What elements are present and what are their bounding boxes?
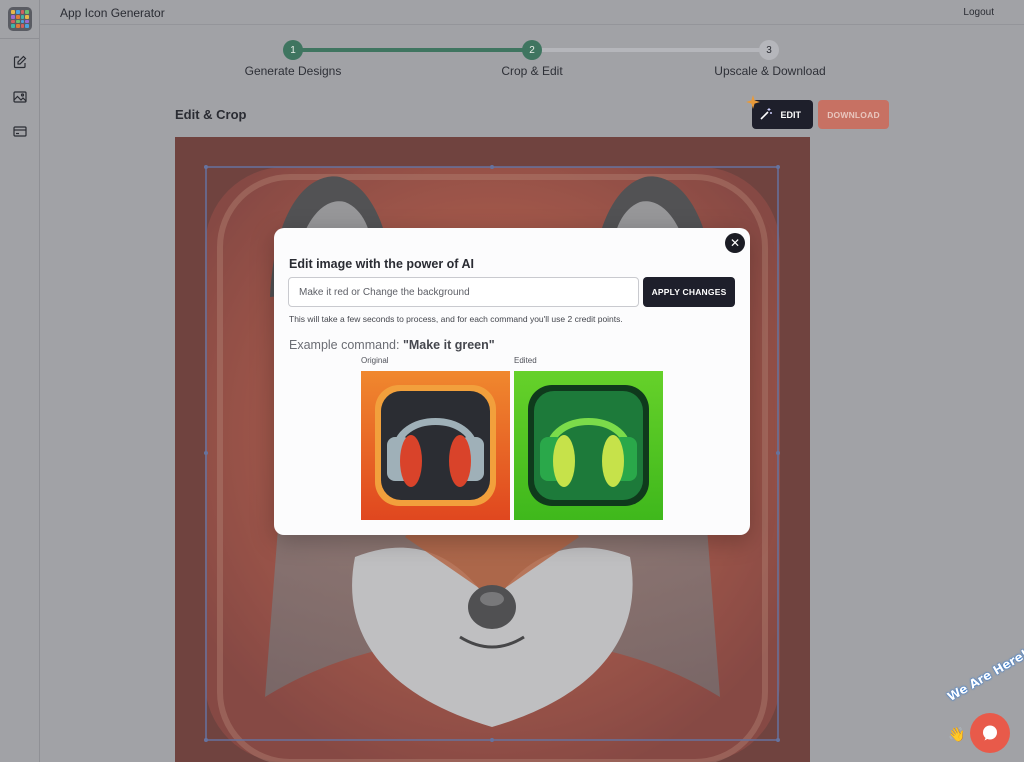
example-command-text: "Make it green"	[402, 338, 495, 352]
magic-wand-icon	[760, 108, 772, 120]
pencil-square-icon[interactable]	[11, 53, 29, 71]
download-button[interactable]: DOWNLOAD	[818, 100, 889, 129]
example-prefix: Example command:	[289, 338, 403, 352]
edit-command-input[interactable]	[288, 277, 639, 307]
edited-label: Edited	[514, 356, 537, 365]
original-label: Original	[361, 356, 389, 365]
top-header: App Icon Generator Logout	[40, 0, 1024, 25]
credit-card-icon[interactable]	[11, 122, 29, 140]
ai-edit-button[interactable]: EDIT	[746, 95, 813, 129]
close-icon[interactable]: ✕	[725, 233, 745, 253]
step-2-circle: 2	[522, 40, 542, 60]
edited-example-image	[514, 371, 663, 520]
section-title: Edit & Crop	[175, 107, 247, 122]
app-logo-icon[interactable]	[8, 7, 32, 31]
step-1-circle: 1	[283, 40, 303, 60]
step-track-complete	[293, 48, 533, 52]
sidebar-divider	[0, 38, 40, 39]
credit-note: This will take a few seconds to process,…	[289, 314, 623, 324]
sidebar	[0, 0, 40, 762]
modal-title: Edit image with the power of AI	[289, 257, 474, 271]
example-command: Example command: "Make it green"	[289, 338, 495, 352]
ai-edit-modal: ✕ Edit image with the power of AI APPLY …	[274, 228, 750, 535]
logout-link[interactable]: Logout	[963, 7, 994, 18]
step-2-label: Crop & Edit	[501, 64, 563, 78]
app-title: App Icon Generator	[60, 6, 165, 20]
chat-badge-text: We Are Here!	[945, 646, 1024, 704]
step-3-circle: 3	[759, 40, 779, 60]
chat-bubble-icon[interactable]	[970, 713, 1010, 753]
edit-button-label: EDIT	[780, 109, 801, 120]
apply-changes-button[interactable]: APPLY CHANGES	[643, 277, 735, 307]
step-track-pending	[533, 48, 769, 52]
wave-hand-icon: 👋	[948, 726, 966, 742]
step-3-label: Upscale & Download	[714, 64, 826, 78]
original-example-image	[361, 371, 510, 520]
image-icon[interactable]	[11, 88, 29, 106]
step-1-label: Generate Designs	[244, 64, 342, 78]
sparkle-icon	[746, 95, 760, 109]
